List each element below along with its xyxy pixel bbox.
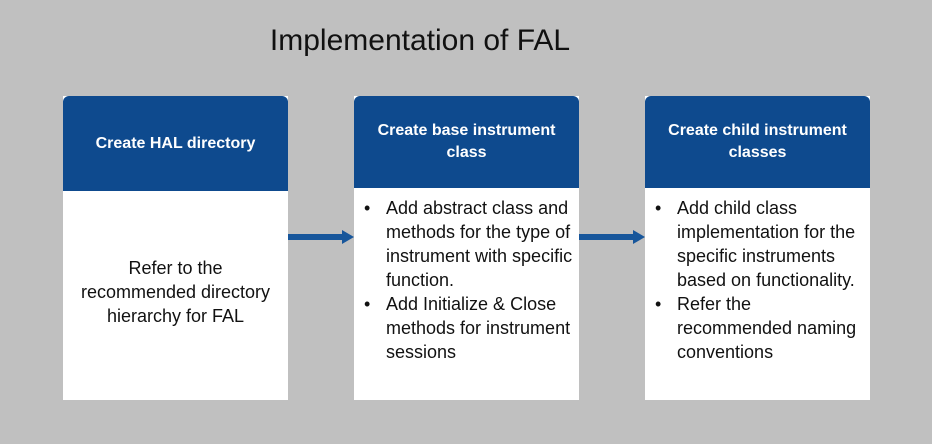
- bullet-marker: •: [655, 198, 662, 218]
- step-body-3: • Add child class implementation for the…: [645, 196, 870, 400]
- step-3-bullet-2-text: Refer the recommended naming conventions: [677, 294, 857, 362]
- step-card-3: Create child instrument classes • Add ch…: [645, 96, 870, 400]
- step-header-2: Create base instrument class: [354, 96, 579, 188]
- step-3-bullet-item: • Add child class implementation for the…: [651, 196, 864, 292]
- diagram-title: Implementation of FAL: [269, 24, 571, 57]
- step-header-1: Create HAL directory: [63, 96, 288, 191]
- step-3-bullet-list: • Add child class implementation for the…: [651, 196, 864, 364]
- step-header-3: Create child instrument classes: [645, 96, 870, 188]
- step-2-bullet-1-text: Add abstract class and methods for the t…: [386, 198, 573, 290]
- step-body-1: Refer to the recommended directory hiera…: [63, 191, 288, 400]
- step-3-bullet-1-text: Add child class implementation for the s…: [677, 198, 856, 290]
- step-2-bullet-item: • Add Initialize & Close methods for ins…: [360, 292, 573, 364]
- step-header-1-label: Create HAL directory: [95, 134, 256, 152]
- flow-arrow-1: [288, 230, 354, 244]
- bullet-marker: •: [364, 198, 371, 218]
- step-header-2-label: Create base instrument class: [377, 122, 556, 161]
- step-body-2: • Add abstract class and methods for the…: [354, 196, 579, 400]
- step-2-bullet-list: • Add abstract class and methods for the…: [360, 196, 573, 364]
- step-header-3-label: Create child instrument classes: [668, 122, 847, 161]
- step-card-2: Create base instrument class • Add abstr…: [354, 96, 579, 400]
- bullet-marker: •: [364, 294, 371, 314]
- step-2-bullet-2-text: Add Initialize & Close methods for instr…: [386, 294, 571, 362]
- step-card-1: Create HAL directory Refer to the recomm…: [63, 96, 288, 400]
- step-3-bullet-item: • Refer the recommended naming conventio…: [651, 292, 864, 364]
- step-2-bullet-item: • Add abstract class and methods for the…: [360, 196, 573, 292]
- step-body-1-text: Refer to the recommended directory hiera…: [80, 257, 271, 326]
- bullet-marker: •: [655, 294, 662, 314]
- flow-arrow-2: [579, 230, 645, 244]
